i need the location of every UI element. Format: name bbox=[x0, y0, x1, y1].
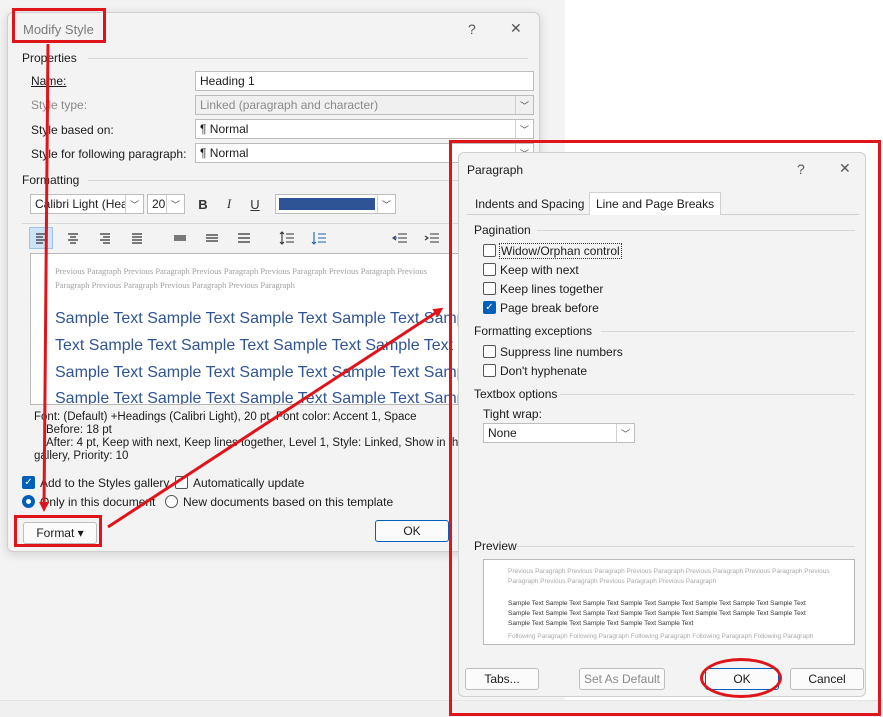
arrow-format-to-paragraph bbox=[107, 307, 444, 529]
arrow-title-to-format bbox=[39, 43, 50, 512]
annotation-arrows bbox=[39, 43, 444, 529]
